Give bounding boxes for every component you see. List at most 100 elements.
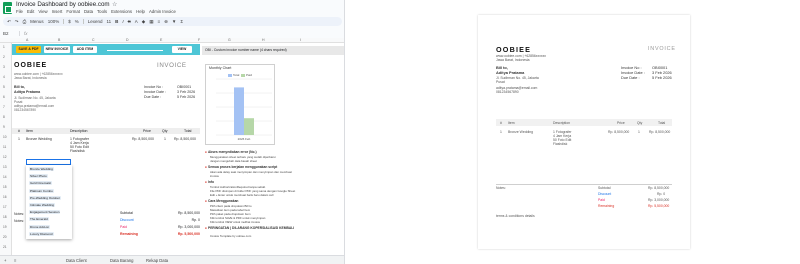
new-invoice-button[interactable]: NEW INVOICE: [44, 46, 70, 53]
row-header[interactable]: 12: [3, 155, 7, 159]
tab-data-client[interactable]: Data Client: [66, 258, 87, 263]
column-header[interactable]: B: [58, 38, 60, 42]
functions-icon[interactable]: Σ: [180, 19, 183, 24]
row-header[interactable]: 20: [3, 235, 7, 239]
item-name[interactable]: Bronze Wedding: [26, 137, 52, 141]
row-header[interactable]: 19: [3, 225, 7, 229]
menu-item[interactable]: File: [16, 9, 23, 14]
align-icon[interactable]: ≡: [157, 19, 160, 24]
borders-icon[interactable]: ▦: [149, 19, 153, 25]
row-header[interactable]: 21: [3, 245, 7, 249]
filter-icon[interactable]: ▼: [172, 19, 176, 24]
dropdown-option[interactable]: Luxury Diamond: [26, 231, 72, 238]
add-item-button[interactable]: ADD ITEM: [73, 46, 97, 53]
save-pdf-button[interactable]: SAVE & PDF: [16, 46, 41, 53]
menu-item[interactable]: View: [38, 9, 47, 14]
row-header[interactable]: 10: [3, 135, 7, 139]
dropdown-option[interactable]: Engagement Session: [26, 209, 72, 216]
column-header[interactable]: H: [262, 38, 265, 42]
row-header[interactable]: 7: [3, 105, 5, 109]
row-header[interactable]: 5: [3, 85, 5, 89]
row-header[interactable]: 18: [3, 215, 7, 219]
row-header[interactable]: 9: [3, 125, 5, 129]
row-header[interactable]: 13: [3, 165, 7, 169]
undo-icon[interactable]: ↶: [7, 19, 11, 25]
preview-notes-label: Notes:: [496, 186, 506, 190]
add-sheet-icon[interactable]: +: [4, 258, 6, 263]
row-header[interactable]: 16: [3, 195, 7, 199]
row-header[interactable]: 2: [3, 55, 5, 59]
row-header[interactable]: 4: [3, 75, 5, 79]
font-size-input[interactable]: 11: [107, 19, 112, 24]
menu-item[interactable]: Edit: [27, 9, 34, 14]
tab-data-barang[interactable]: Data Barang: [110, 258, 134, 263]
star-icon[interactable]: ☆: [112, 1, 117, 8]
menu-item[interactable]: Tools: [97, 9, 107, 14]
col-no-header: #: [18, 129, 20, 133]
row-header[interactable]: 3: [3, 65, 5, 69]
row-header[interactable]: 17: [3, 205, 7, 209]
paid-value[interactable]: Rp. 3,000,000: [178, 225, 200, 229]
preview-heading: INVOICE: [648, 46, 676, 52]
column-header[interactable]: F: [198, 38, 200, 42]
sheets-logo-icon[interactable]: [3, 2, 12, 14]
dropdown-option[interactable]: Drone Add-on: [26, 224, 72, 231]
row-header[interactable]: 1: [3, 45, 5, 49]
dropdown-option[interactable]: Silver Photo: [26, 173, 72, 180]
font-select[interactable]: Lexend: [88, 19, 103, 25]
dropdown-option[interactable]: Intimate Wedding: [26, 202, 72, 209]
column-header[interactable]: G: [228, 38, 231, 42]
invoice-date-value[interactable]: 3 Feb 2026: [177, 90, 195, 94]
invoice-date-label: Invoice Date :: [144, 90, 166, 94]
percent-icon[interactable]: %: [75, 19, 79, 24]
paid-label: Paid: [120, 225, 128, 229]
due-date-value[interactable]: 5 Feb 2026: [177, 95, 195, 99]
sheet-grid[interactable]: SAVE & PDF NEW INVOICE ADD ITEM VIEW OOB…: [12, 43, 344, 255]
dropdown-option[interactable]: Platinum Combo: [26, 188, 72, 195]
legend-paid-swatch: [241, 73, 246, 77]
all-sheets-icon[interactable]: ≡: [14, 258, 16, 263]
menu-item[interactable]: Admin Invoice: [149, 9, 176, 14]
column-header[interactable]: I: [300, 38, 301, 42]
name-box[interactable]: B2: [0, 30, 20, 36]
column-header[interactable]: E: [160, 38, 162, 42]
subtotal-label: Subtotal: [120, 211, 133, 215]
column-header[interactable]: A: [26, 38, 28, 42]
row-header[interactable]: 15: [3, 185, 7, 189]
fill-color-icon[interactable]: ◆: [142, 19, 145, 25]
row-header[interactable]: 8: [3, 115, 5, 119]
dropdown-option[interactable]: Pre-Wedding Outdoor: [26, 195, 72, 202]
menus-button[interactable]: Menus: [30, 19, 44, 24]
strikethrough-icon[interactable]: S: [128, 19, 131, 24]
dropdown-option[interactable]: Gold Cinematic: [26, 180, 72, 187]
discount-value[interactable]: Rp. 0: [192, 218, 200, 222]
preview-item-no: 1: [500, 130, 502, 134]
preview-col-qty: Qty: [637, 121, 643, 125]
menu-item[interactable]: Insert: [52, 9, 63, 14]
bold-icon[interactable]: B: [115, 19, 118, 24]
redo-icon[interactable]: ↷: [15, 19, 19, 25]
menu-item[interactable]: Extensions: [111, 9, 132, 14]
dropdown-option[interactable]: Bronze Wedding: [26, 166, 72, 173]
column-header[interactable]: D: [126, 38, 129, 42]
print-icon[interactable]: ⎙: [23, 19, 27, 24]
view-button[interactable]: VIEW: [172, 46, 192, 53]
menu-item[interactable]: Format: [66, 9, 80, 14]
invoice-no-value[interactable]: OBI0001: [177, 85, 191, 89]
menu-item[interactable]: Data: [84, 9, 93, 14]
bill-to-name[interactable]: Aditya Pratama: [14, 90, 40, 94]
text-color-icon[interactable]: A: [135, 19, 138, 24]
dropdown-option[interactable]: The Emerald: [26, 216, 72, 223]
column-header[interactable]: C: [92, 38, 95, 42]
link-icon[interactable]: ⊕: [164, 19, 168, 25]
italic-icon[interactable]: I: [122, 19, 123, 24]
currency-icon[interactable]: $: [68, 19, 71, 24]
zoom-select[interactable]: 100%: [48, 19, 60, 24]
row-header[interactable]: 11: [3, 145, 6, 149]
document-title[interactable]: Invoice Dashboard by oobiee.com: [16, 1, 110, 8]
row-header[interactable]: 14: [3, 175, 7, 179]
monthly-chart[interactable]: 2026 Feb Monthly Chart Total Paid: [205, 64, 275, 145]
menu-item[interactable]: Help: [136, 9, 145, 14]
row-header[interactable]: 6: [3, 95, 5, 99]
tab-rekap-data[interactable]: Rekap Data: [146, 258, 168, 263]
